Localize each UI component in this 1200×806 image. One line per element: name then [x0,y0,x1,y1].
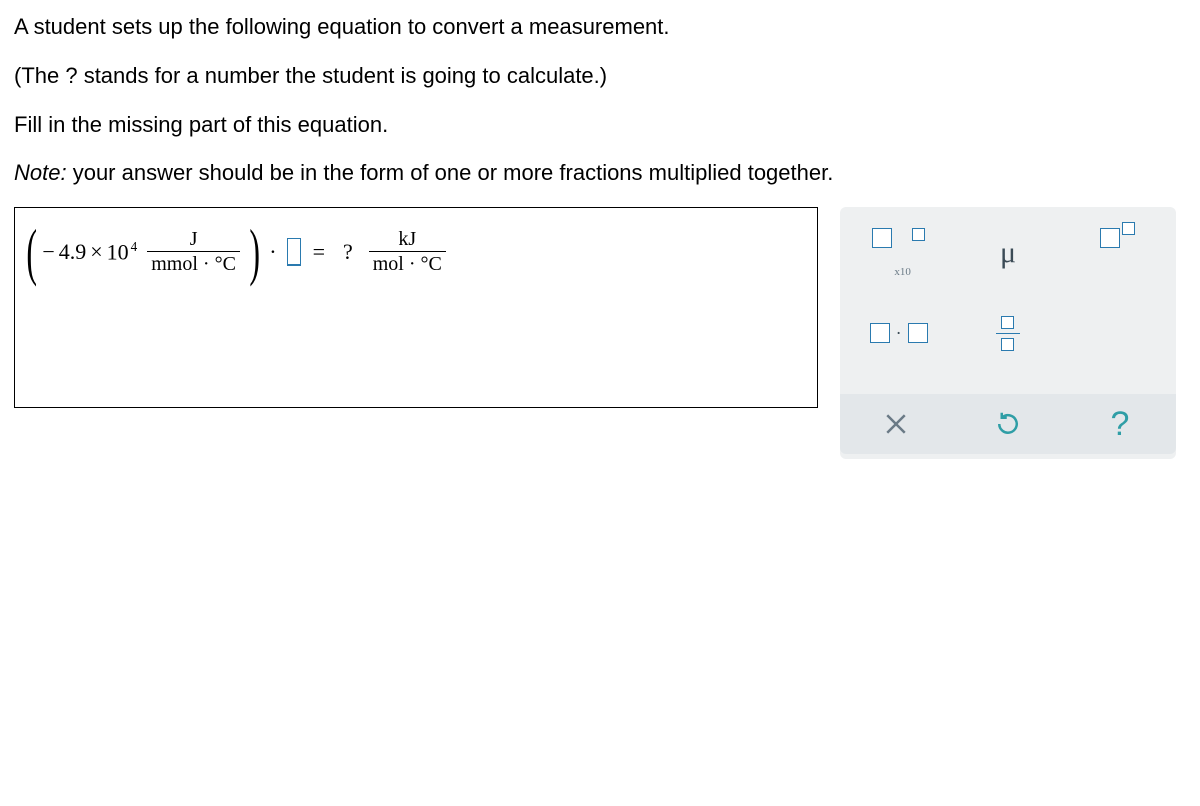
placeholder-box-icon [1001,338,1014,351]
coefficient: − 4.9 × 104 [42,240,137,263]
placeholder-box-icon [912,228,925,241]
tool-fraction[interactable] [966,308,1050,358]
question-prompt: A student sets up the following equation… [14,12,1186,189]
frac-right-den: mol · °C [369,252,446,276]
note-rest: your answer should be in the form of one… [67,160,834,185]
prompt-line-2: (The ? stands for a number the student i… [14,61,1186,92]
reset-button[interactable] [952,394,1064,454]
x-icon [881,409,911,439]
placeholder-box-icon [1001,316,1014,329]
open-paren: ( [26,226,37,277]
frac-left-den: mmol · °C [147,252,240,276]
close-paren: ) [249,226,260,277]
frac-left-num: J [186,227,202,251]
note-prefix: Note: [14,160,67,185]
coef-value: 4.9 [59,241,87,263]
prompt-line-1: A student sets up the following equation… [14,12,1186,43]
placeholder-box-icon [870,323,890,343]
question-mark-placeholder: ? [343,241,353,263]
coef-base: 104 [107,240,138,263]
tool-multiply[interactable]: · [857,308,941,358]
x10-label: x10 [894,266,911,278]
prompt-line-3: Fill in the missing part of this equatio… [14,110,1186,141]
reset-icon [993,409,1023,439]
placeholder-box-icon [1100,228,1120,248]
times-sign: × [90,241,102,263]
fraction-left: J mmol · °C [147,227,240,276]
tool-superscript[interactable] [1075,228,1159,278]
prompt-note: Note: your answer should be in the form … [14,158,1186,189]
help-button[interactable]: ? [1064,394,1176,454]
mu-symbol: μ [1000,236,1016,270]
help-icon: ? [1111,405,1130,444]
clear-button[interactable] [840,394,952,454]
equation-box: ( − 4.9 × 104 J mmol · °C ) · = ? kJ [14,207,818,408]
tool-scientific-notation[interactable]: x10 [857,228,941,278]
coef-exponent: 4 [131,239,138,254]
frac-right-num: kJ [394,227,420,251]
input-palette: x10 μ · [840,207,1176,459]
dot-symbol: · [896,323,902,344]
placeholder-box-icon [908,323,928,343]
answer-blank[interactable] [287,238,301,266]
placeholder-box-icon [1122,222,1135,235]
tool-micro-symbol[interactable]: μ [966,228,1050,278]
equation: ( − 4.9 × 104 J mmol · °C ) · = ? kJ [27,226,805,277]
placeholder-box-icon [872,228,892,248]
equals-sign: = [313,241,325,263]
fraction-right: kJ mol · °C [369,227,446,276]
multiply-dot: · [269,241,276,263]
minus-sign: − [42,241,54,263]
fraction-bar-icon [996,333,1020,334]
